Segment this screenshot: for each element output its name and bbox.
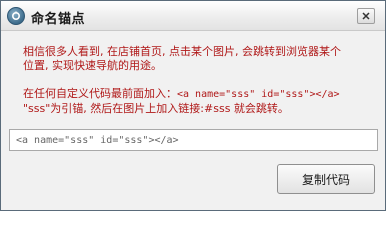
- instruction-line-1: 在任何自定义代码最前面加入：<a name="sss" id="sss"></a…: [23, 87, 373, 102]
- title-bar[interactable]: 命名锚点: [1, 1, 385, 31]
- copy-code-button[interactable]: 复制代码: [277, 164, 375, 194]
- intro-line-1: 相信很多人看到, 在店铺首页, 点击某个图片, 会跳转到浏览器某个: [23, 45, 341, 58]
- app-icon: [7, 7, 25, 25]
- instruction-prefix: 在任何自定义代码最前面加入：: [23, 87, 177, 100]
- instruction-code: <a name="sss" id="sss"></a>: [177, 89, 340, 100]
- intro-line-2: 位置, 实现快速导航的用途。: [23, 59, 162, 72]
- close-button[interactable]: [357, 8, 375, 24]
- intro-message: 相信很多人看到, 在店铺首页, 点击某个图片, 会跳转到浏览器某个 位置, 实现…: [23, 45, 373, 73]
- anchor-dialog: 命名锚点 相信很多人看到, 在店铺首页, 点击某个图片, 会跳转到浏览器某个 位…: [0, 0, 386, 211]
- instruction-message: 在任何自定义代码最前面加入：<a name="sss" id="sss"></a…: [23, 87, 373, 116]
- close-icon: [362, 12, 370, 20]
- anchor-code-field[interactable]: [9, 129, 378, 151]
- dialog-title: 命名锚点: [31, 12, 86, 27]
- instruction-line-2: "sss"为引锚, 然后在图片上加入链接:#sss 就会跳转。: [23, 102, 289, 115]
